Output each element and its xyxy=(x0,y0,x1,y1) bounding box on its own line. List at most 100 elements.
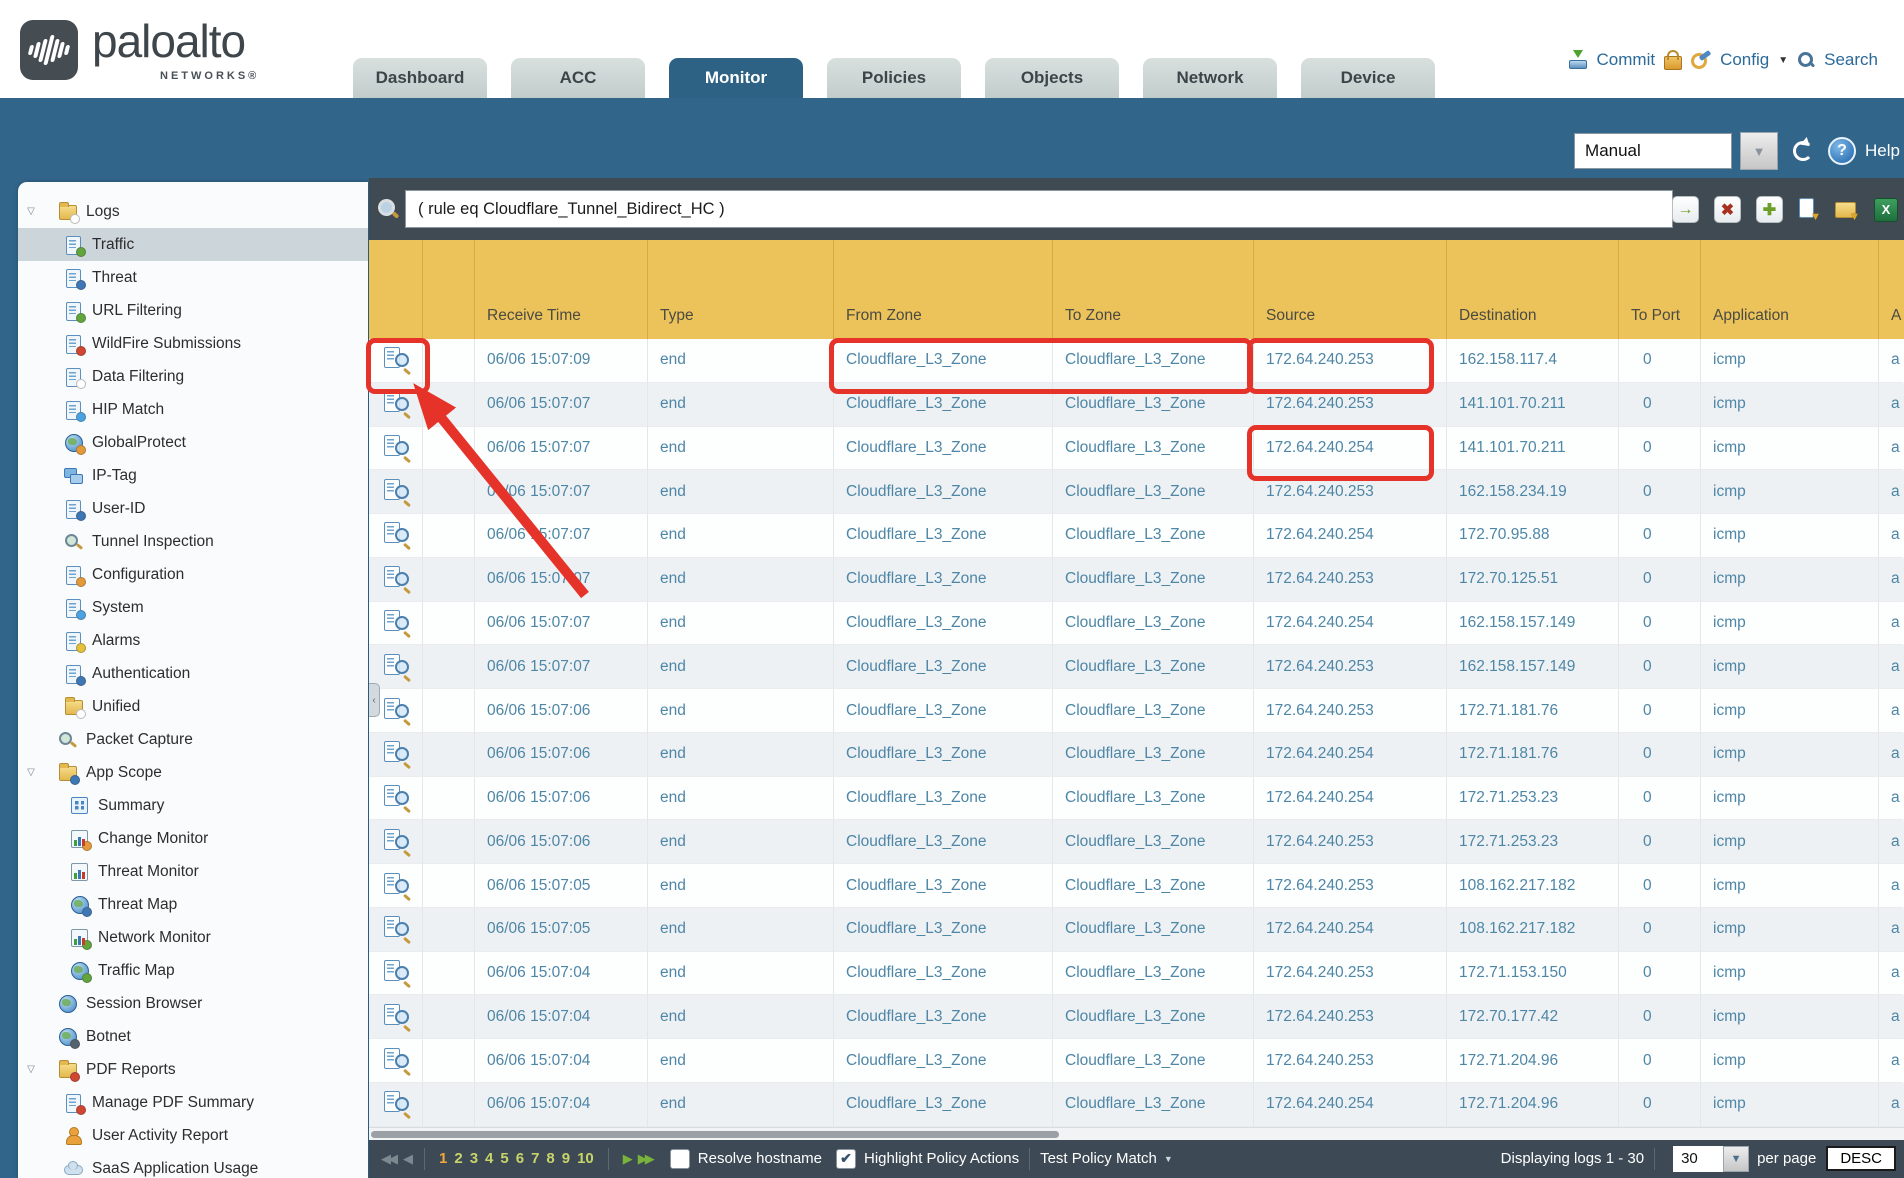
lock-icon[interactable] xyxy=(1664,56,1682,70)
sidebar-item-logs[interactable]: ▽Logs xyxy=(18,195,368,228)
source-cell[interactable]: 172.64.240.253 xyxy=(1254,383,1447,427)
config-caret-icon[interactable]: ▼ xyxy=(1778,55,1788,66)
sidebar-item-system[interactable]: System xyxy=(18,591,368,624)
destination-cell[interactable]: 162.158.157.149 xyxy=(1447,602,1619,646)
destination-cell[interactable]: 141.101.70.211 xyxy=(1447,427,1619,471)
sidebar-item-session-browser[interactable]: Session Browser xyxy=(18,987,368,1020)
log-detail-icon[interactable] xyxy=(383,654,409,680)
type-cell[interactable]: end xyxy=(648,1039,834,1083)
page-size-value[interactable]: 30 xyxy=(1673,1146,1723,1172)
to-port-cell[interactable]: 0 xyxy=(1619,514,1701,558)
type-cell[interactable]: end xyxy=(648,514,834,558)
type-cell[interactable]: end xyxy=(648,558,834,602)
expand-caret-icon[interactable]: ▽ xyxy=(24,767,38,778)
to-zone-cell[interactable]: Cloudflare_L3_Zone xyxy=(1053,470,1254,514)
action-cell[interactable]: a xyxy=(1879,864,1903,908)
destination-cell[interactable]: 141.101.70.211 xyxy=(1447,383,1619,427)
application-cell[interactable]: icmp xyxy=(1701,952,1879,996)
log-filter-input[interactable]: ( rule eq Cloudflare_Tunnel_Bidirect_HC … xyxy=(405,190,1673,228)
to-zone-cell[interactable]: Cloudflare_L3_Zone xyxy=(1053,1083,1254,1127)
log-detail-icon[interactable] xyxy=(383,1004,409,1030)
receive-time-cell[interactable]: 06/06 15:07:05 xyxy=(475,908,648,952)
load-filter-icon[interactable] xyxy=(1835,199,1859,221)
action-cell[interactable]: a xyxy=(1879,645,1903,689)
type-cell[interactable]: end xyxy=(648,733,834,777)
page-number-6[interactable]: 6 xyxy=(516,1150,524,1167)
destination-cell[interactable]: 108.162.217.182 xyxy=(1447,864,1619,908)
receive-time-cell[interactable]: 06/06 15:07:04 xyxy=(475,995,648,1039)
to-port-cell[interactable]: 0 xyxy=(1619,689,1701,733)
to-port-cell[interactable]: 0 xyxy=(1619,470,1701,514)
sidebar-item-threat[interactable]: Threat xyxy=(18,261,368,294)
destination-cell[interactable]: 108.162.217.182 xyxy=(1447,908,1619,952)
test-policy-match-button[interactable]: Test Policy Match ▼ xyxy=(1040,1150,1173,1167)
type-cell[interactable]: end xyxy=(648,952,834,996)
sidebar-item-app-scope[interactable]: ▽App Scope xyxy=(18,756,368,789)
page-number-7[interactable]: 7 xyxy=(531,1150,539,1167)
from-zone-cell[interactable]: Cloudflare_L3_Zone xyxy=(834,558,1053,602)
destination-cell[interactable]: 172.71.253.23 xyxy=(1447,777,1619,821)
sidebar-item-network-monitor[interactable]: Network Monitor xyxy=(18,921,368,954)
sidebar-item-change-monitor[interactable]: Change Monitor xyxy=(18,822,368,855)
tab-objects[interactable]: Objects xyxy=(985,58,1119,98)
expand-caret-icon[interactable]: ▽ xyxy=(24,1064,38,1075)
to-zone-cell[interactable]: Cloudflare_L3_Zone xyxy=(1053,777,1254,821)
page-number-8[interactable]: 8 xyxy=(546,1150,554,1167)
action-cell[interactable]: a xyxy=(1879,777,1903,821)
sidebar-item-unified[interactable]: Unified xyxy=(18,690,368,723)
page-number-10[interactable]: 10 xyxy=(577,1150,594,1167)
from-zone-cell[interactable]: Cloudflare_L3_Zone xyxy=(834,514,1053,558)
to-port-cell[interactable]: 0 xyxy=(1619,864,1701,908)
sidebar-item-hip-match[interactable]: HIP Match xyxy=(18,393,368,426)
sidebar-item-summary[interactable]: Summary xyxy=(18,789,368,822)
refresh-icon[interactable] xyxy=(1791,139,1815,163)
to-zone-cell[interactable]: Cloudflare_L3_Zone xyxy=(1053,1039,1254,1083)
application-cell[interactable]: icmp xyxy=(1701,602,1879,646)
column-header-col-0[interactable] xyxy=(369,240,423,339)
source-cell[interactable]: 172.64.240.253 xyxy=(1254,995,1447,1039)
page-size-caret-icon[interactable]: ▼ xyxy=(1723,1146,1749,1172)
to-port-cell[interactable]: 0 xyxy=(1619,558,1701,602)
destination-cell[interactable]: 162.158.157.149 xyxy=(1447,645,1619,689)
action-cell[interactable]: a xyxy=(1879,339,1903,383)
source-cell[interactable]: 172.64.240.253 xyxy=(1254,820,1447,864)
config-link[interactable]: Config xyxy=(1720,50,1769,70)
source-cell[interactable]: 172.64.240.253 xyxy=(1254,952,1447,996)
source-cell[interactable]: 172.64.240.254 xyxy=(1254,777,1447,821)
expand-caret-icon[interactable]: ▽ xyxy=(24,206,38,217)
source-cell[interactable]: 172.64.240.253 xyxy=(1254,1039,1447,1083)
column-header-to-port[interactable]: To Port xyxy=(1619,240,1701,339)
tab-device[interactable]: Device xyxy=(1301,58,1435,98)
from-zone-cell[interactable]: Cloudflare_L3_Zone xyxy=(834,1083,1053,1127)
horizontal-scrollbar-thumb[interactable] xyxy=(371,1131,1059,1138)
column-header-type[interactable]: Type xyxy=(648,240,834,339)
tab-monitor[interactable]: Monitor xyxy=(669,58,803,98)
log-detail-icon[interactable] xyxy=(383,873,409,899)
destination-cell[interactable]: 172.71.204.96 xyxy=(1447,1083,1619,1127)
type-cell[interactable]: end xyxy=(648,645,834,689)
tab-network[interactable]: Network xyxy=(1143,58,1277,98)
sidebar-item-manage-pdf-summary[interactable]: Manage PDF Summary xyxy=(18,1086,368,1119)
sidebar-item-user-id[interactable]: User-ID xyxy=(18,492,368,525)
destination-cell[interactable]: 172.71.253.23 xyxy=(1447,820,1619,864)
receive-time-cell[interactable]: 06/06 15:07:04 xyxy=(475,1083,648,1127)
to-port-cell[interactable]: 0 xyxy=(1619,339,1701,383)
sidebar-item-authentication[interactable]: Authentication xyxy=(18,657,368,690)
from-zone-cell[interactable]: Cloudflare_L3_Zone xyxy=(834,689,1053,733)
destination-cell[interactable]: 172.71.181.76 xyxy=(1447,689,1619,733)
source-cell[interactable]: 172.64.240.253 xyxy=(1254,558,1447,602)
action-cell[interactable]: a xyxy=(1879,470,1903,514)
source-cell[interactable]: 172.64.240.253 xyxy=(1254,339,1447,383)
application-cell[interactable]: icmp xyxy=(1701,427,1879,471)
page-number-4[interactable]: 4 xyxy=(485,1150,493,1167)
to-zone-cell[interactable]: Cloudflare_L3_Zone xyxy=(1053,820,1254,864)
receive-time-cell[interactable]: 06/06 15:07:07 xyxy=(475,602,648,646)
log-detail-icon[interactable] xyxy=(383,522,409,548)
sidebar-item-user-activity-report[interactable]: User Activity Report xyxy=(18,1119,368,1152)
type-cell[interactable]: end xyxy=(648,602,834,646)
to-zone-cell[interactable]: Cloudflare_L3_Zone xyxy=(1053,733,1254,777)
application-cell[interactable]: icmp xyxy=(1701,864,1879,908)
application-cell[interactable]: icmp xyxy=(1701,908,1879,952)
next-page-icon[interactable]: ▶ xyxy=(623,1151,630,1167)
application-cell[interactable]: icmp xyxy=(1701,514,1879,558)
